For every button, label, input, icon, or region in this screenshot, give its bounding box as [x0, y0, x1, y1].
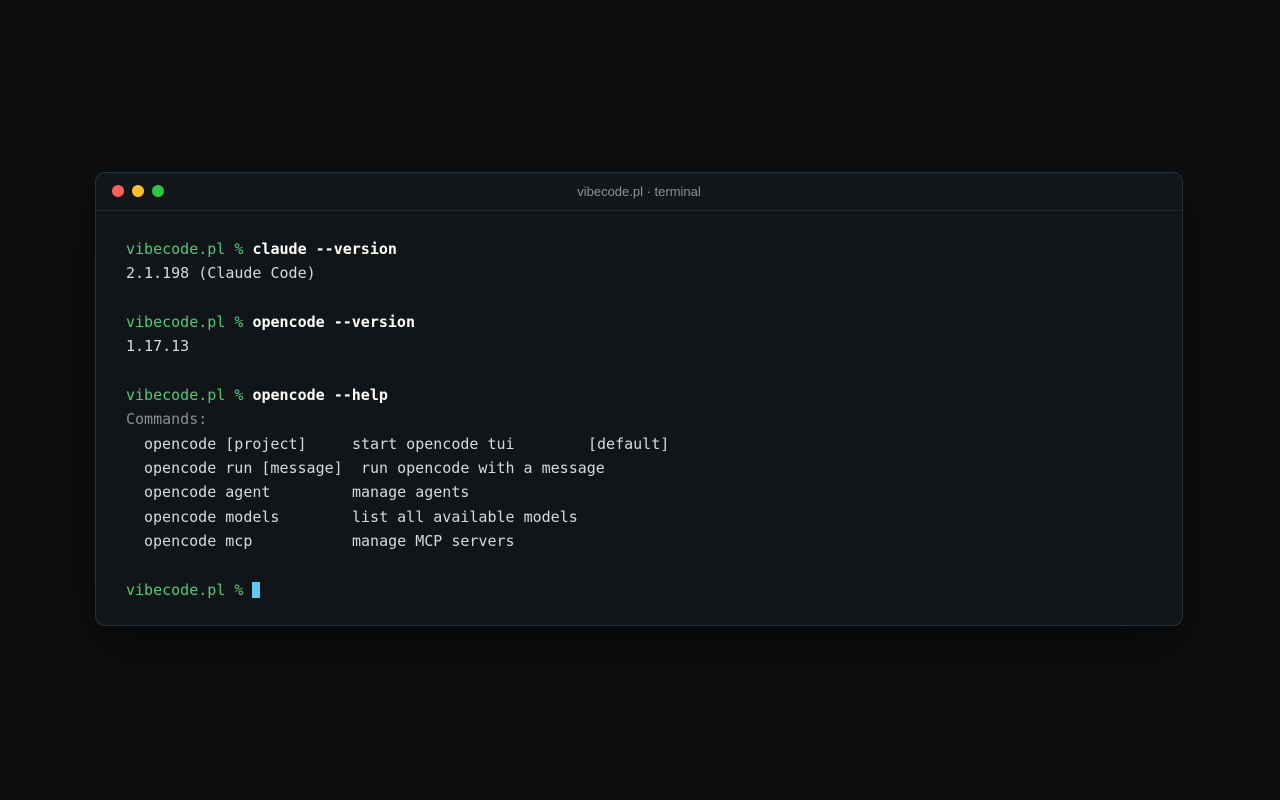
output-line: 2.1.198 (Claude Code) [126, 264, 316, 283]
help-description: manage agents [352, 483, 470, 502]
help-row: opencode [project] start opencode tui [def… [126, 432, 669, 456]
window-title: vibecode.pl · terminal [577, 184, 701, 199]
help-row: opencode models list all available models [126, 505, 669, 529]
text-cursor [252, 581, 261, 598]
help-row: opencode run [message] run opencode with … [126, 456, 669, 480]
command-text: opencode --version [252, 313, 415, 332]
help-command: opencode agent [144, 483, 271, 502]
command-line: vibecode.pl % claude --version [126, 237, 669, 261]
help-extra: [default] [588, 434, 670, 453]
prompt: vibecode.pl % [126, 580, 253, 599]
prompt: vibecode.pl % [126, 240, 253, 258]
help-command: opencode mcp [144, 531, 253, 550]
terminal-output[interactable]: vibecode.pl % claude --version 2.1.198 (… [126, 237, 669, 602]
help-command: opencode models [144, 507, 280, 526]
prompt: vibecode.pl % [126, 313, 253, 332]
help-description: run opencode with a message [361, 459, 605, 478]
title-bar: vibecode.pl · terminal [96, 173, 1182, 211]
active-prompt-line[interactable]: vibecode.pl % [126, 578, 669, 602]
help-command: opencode run [message] [144, 459, 343, 478]
command-line: vibecode.pl % opencode --help [126, 383, 669, 407]
help-description: start opencode tui [352, 434, 515, 453]
help-description: list all available models [352, 507, 578, 526]
command-line: vibecode.pl % opencode --version [126, 310, 669, 334]
help-row: opencode agent manage agents [126, 480, 669, 504]
output-line: 1.17.13 [126, 337, 190, 356]
help-command: opencode [project] [144, 434, 307, 453]
output-header: Commands: [126, 410, 208, 429]
command-text: claude --version [252, 240, 397, 258]
help-row: opencode mcp manage MCP servers [126, 529, 669, 553]
terminal-window: vibecode.pl · terminal vibecode.pl % cla… [95, 172, 1183, 626]
prompt: vibecode.pl % [126, 386, 253, 405]
help-description: manage MCP servers [352, 531, 515, 550]
command-text: opencode --help [252, 386, 388, 405]
